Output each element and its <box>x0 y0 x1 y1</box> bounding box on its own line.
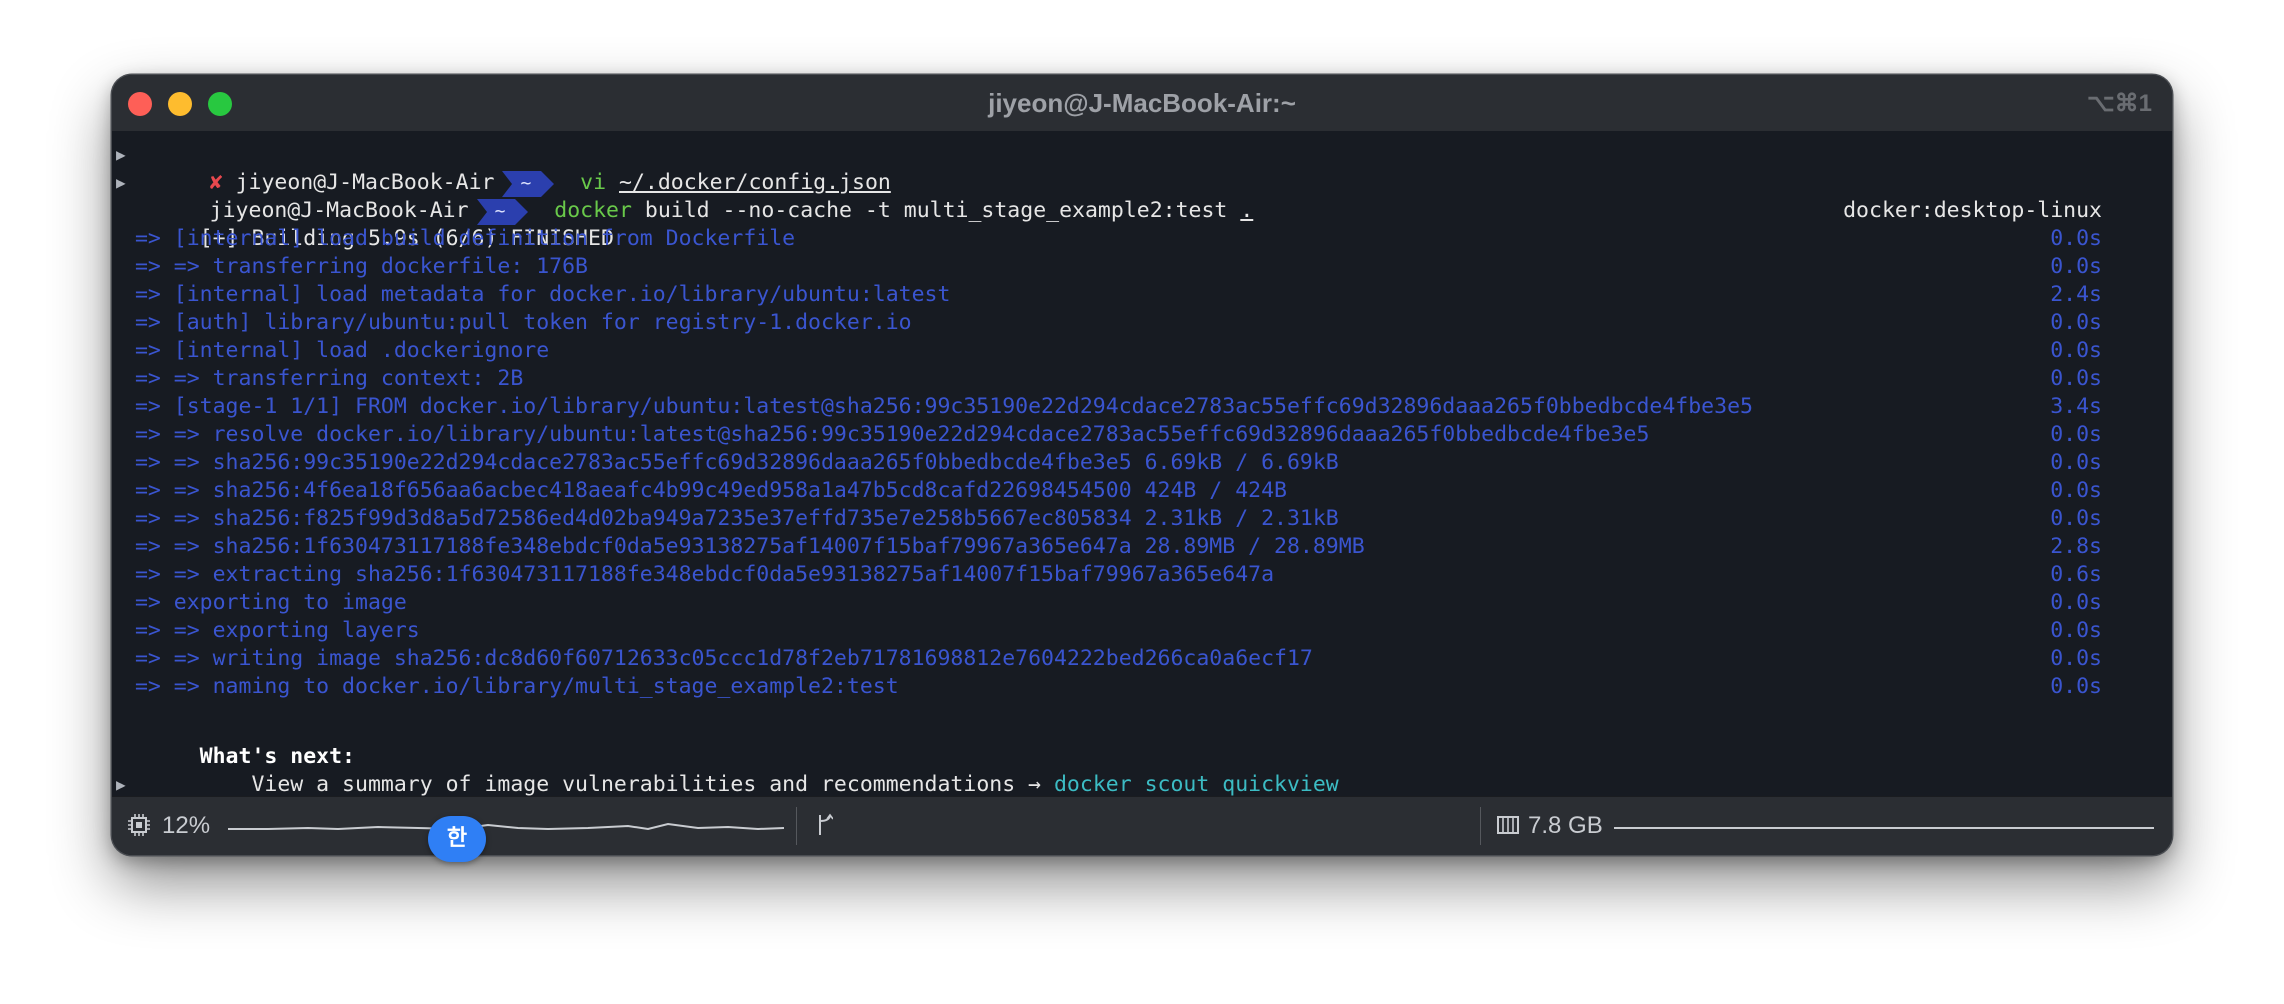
build-step-line: => => sha256:4f6ea18f656aa6acbec418aeafc… <box>112 477 2172 505</box>
build-step-line: => [internal] load .dockerignore 0.0s <box>112 337 2172 365</box>
build-step-time: 2.4s <box>2050 282 2102 307</box>
build-step-text: => [auth] library/ubuntu:pull token for … <box>122 310 912 335</box>
title-bar[interactable]: jiyeon@J-MacBook-Air:~ ⌥⌘1 <box>112 75 2172 132</box>
build-step-line: => exporting to image 0.0s <box>112 589 2172 617</box>
prompt-arrow-icon: ▶ <box>116 145 126 164</box>
memory-sparkline <box>1614 827 2154 829</box>
cpu-usage: 12% <box>162 812 211 839</box>
prompt-line: ▶ jiyeon@J-MacBook-Air ~ docker build --no… <box>112 169 2172 225</box>
git-branch-icon <box>819 813 833 835</box>
build-step-line: => [stage-1 1/1] FROM docker.io/library/… <box>112 393 2172 421</box>
build-step-time: 2.8s <box>2050 534 2102 559</box>
build-step-text: => => exporting layers <box>122 618 420 643</box>
build-step-text: => [stage-1 1/1] FROM docker.io/library/… <box>122 394 1753 419</box>
build-step-line: => [internal] load metadata for docker.i… <box>112 281 2172 309</box>
status-divider <box>1480 807 1481 845</box>
build-step-time: 0.0s <box>2050 478 2102 503</box>
build-step-line: => => sha256:f825f99d3d8a5d72586ed4d02ba… <box>112 505 2172 533</box>
build-step-line: => => transferring context: 2B 0.0s <box>112 365 2172 393</box>
build-step-time: 0.0s <box>2050 310 2102 335</box>
build-step-text: => => sha256:f825f99d3d8a5d72586ed4d02ba… <box>122 506 1339 531</box>
build-step-text: => [internal] load build definition from… <box>122 226 796 251</box>
build-step-time: 0.0s <box>2050 422 2102 447</box>
build-step-time: 0.0s <box>2050 590 2102 615</box>
prompt-arrow-icon: ▶ <box>116 775 126 794</box>
build-step-line: => => naming to docker.io/library/multi_… <box>112 673 2172 701</box>
build-step-text: => => transferring dockerfile: 176B <box>122 254 588 279</box>
build-step-text: => => sha256:99c35190e22d294cdace2783ac5… <box>122 450 1339 475</box>
build-step-text: => => sha256:4f6ea18f656aa6acbec418aeafc… <box>122 478 1287 503</box>
build-step-time: 0.0s <box>2050 674 2102 699</box>
build-step-line: => => sha256:1f630473117188fe348ebdcf0da… <box>112 533 2172 561</box>
build-step-line: => [auth] library/ubuntu:pull token for … <box>112 309 2172 337</box>
window-shortcut: ⌥⌘1 <box>2086 90 2152 117</box>
build-step-line: => [internal] load build definition from… <box>112 225 2172 253</box>
build-step-text: => [internal] load metadata for docker.i… <box>122 282 951 307</box>
build-step-line: => => resolve docker.io/library/ubuntu:l… <box>112 421 2172 449</box>
build-step-time: 3.4s <box>2050 394 2102 419</box>
build-step-line: => => sha256:99c35190e22d294cdace2783ac5… <box>112 449 2172 477</box>
build-step-line: => => extracting sha256:1f630473117188fe… <box>112 561 2172 589</box>
build-step-text: => => transferring context: 2B <box>122 366 524 391</box>
terminal-window: jiyeon@J-MacBook-Air:~ ⌥⌘1 ▶ ✘ jiyeon@J-M… <box>112 75 2172 855</box>
build-step-line: => => exporting layers 0.0s <box>112 617 2172 645</box>
status-divider <box>796 807 797 845</box>
build-step-text: => [internal] load .dockerignore <box>122 338 550 363</box>
build-step-text: => => naming to docker.io/library/multi_… <box>122 674 899 699</box>
build-step-line: => => writing image sha256:dc8d60f607126… <box>112 645 2172 673</box>
build-step-text: => => writing image sha256:dc8d60f607126… <box>122 646 1313 671</box>
build-step-text: => => resolve docker.io/library/ubuntu:l… <box>122 422 1650 447</box>
prompt-line: ▶ ✘ jiyeon@J-MacBook-Air ~ vi ~/.docker/co… <box>112 141 2172 197</box>
build-step-time: 0.0s <box>2050 646 2102 671</box>
build-step-time: 0.0s <box>2050 338 2102 363</box>
input-method-badge[interactable]: 한 <box>428 816 486 862</box>
terminal-output[interactable]: ▶ ✘ jiyeon@J-MacBook-Air ~ vi ~/.docker/co… <box>112 131 2172 827</box>
status-bar: 12% 7.8 GB <box>112 796 2172 855</box>
build-step-text: => => extracting sha256:1f630473117188fe… <box>122 562 1275 587</box>
build-step-time: 0.0s <box>2050 226 2102 251</box>
build-step-time: 0.6s <box>2050 562 2102 587</box>
cpu-sparkline <box>228 822 784 831</box>
prompt-arrow-icon: ▶ <box>116 173 126 192</box>
build-header: [+] Building 5.9s (6/6) FINISHED docker:… <box>112 197 2172 251</box>
build-step-text: => exporting to image <box>122 590 407 615</box>
build-step-line: => => transferring dockerfile: 176B 0.0s <box>112 253 2172 281</box>
window-title: jiyeon@J-MacBook-Air:~ <box>988 88 1296 118</box>
build-step-time: 0.0s <box>2050 618 2102 643</box>
whats-next-line: View a summary of image vulnerabilities … <box>112 743 2172 797</box>
memory-icon <box>1497 816 1519 834</box>
build-step-time: 0.0s <box>2050 506 2102 531</box>
build-step-time: 0.0s <box>2050 254 2102 279</box>
build-step-time: 0.0s <box>2050 450 2102 475</box>
cpu-icon <box>128 814 150 836</box>
build-step-text: => => sha256:1f630473117188fe348ebdcf0da… <box>122 534 1365 559</box>
build-step-time: 0.0s <box>2050 366 2102 391</box>
build-context: docker:desktop-linux <box>1843 198 2102 223</box>
prompt-line-current[interactable]: ▶jiyeon@J-MacBook-Air~ <box>112 771 2172 827</box>
whats-next-heading: What's next: <box>112 715 2172 769</box>
memory-usage: 7.8 GB <box>1528 812 1603 839</box>
